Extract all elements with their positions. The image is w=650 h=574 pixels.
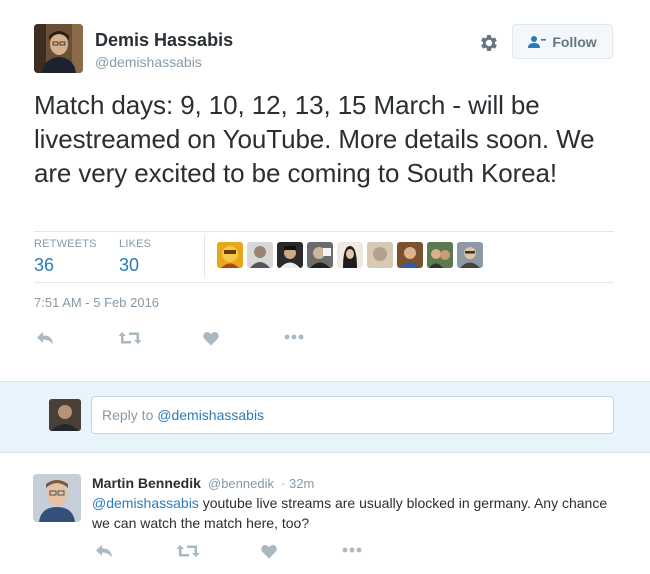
tweet-text: Match days: 9, 10, 12, 13, 15 March - wi… bbox=[34, 90, 595, 188]
reply-text: @demishassabis youtube live streams are … bbox=[92, 493, 612, 533]
more-icon[interactable] bbox=[282, 330, 306, 344]
gear-icon[interactable] bbox=[478, 32, 500, 54]
author-handle[interactable]: @demishassabis bbox=[95, 54, 202, 70]
liker-avatar[interactable] bbox=[457, 242, 483, 268]
heart-icon[interactable] bbox=[201, 329, 221, 347]
more-icon[interactable] bbox=[340, 543, 364, 557]
liker-avatar[interactable] bbox=[247, 242, 273, 268]
retweets-label: RETWEETS bbox=[34, 238, 97, 250]
liker-avatar[interactable] bbox=[277, 242, 303, 268]
reply-icon[interactable] bbox=[93, 542, 115, 560]
follow-user-icon bbox=[528, 35, 547, 48]
liker-avatar[interactable] bbox=[307, 242, 333, 268]
retweet-icon[interactable] bbox=[117, 329, 143, 347]
reply-mention[interactable]: @demishassabis bbox=[92, 495, 199, 511]
stats-bottom-divider bbox=[34, 282, 614, 283]
liker-avatar[interactable] bbox=[367, 242, 393, 268]
stats-vertical-divider bbox=[204, 234, 205, 278]
liker-avatar[interactable] bbox=[397, 242, 423, 268]
reply-input-prefix: Reply to bbox=[102, 407, 158, 423]
author-name[interactable]: Demis Hassabis bbox=[95, 30, 233, 51]
liker-avatars bbox=[217, 242, 487, 268]
likes-stat[interactable]: LIKES 30 bbox=[119, 238, 151, 276]
liker-avatar[interactable] bbox=[427, 242, 453, 268]
likes-label: LIKES bbox=[119, 238, 152, 250]
reply-time[interactable]: 32m bbox=[289, 476, 314, 491]
stats-top-divider bbox=[34, 231, 614, 232]
follow-label: Follow bbox=[552, 33, 597, 50]
retweets-count: 36 bbox=[34, 255, 55, 275]
reply-author-avatar[interactable] bbox=[33, 474, 81, 522]
reply-author-handle[interactable]: @bennedik bbox=[208, 476, 274, 491]
reply-author-name[interactable]: Martin Bennedik bbox=[92, 475, 201, 491]
reply-input-mention: @demishassabis bbox=[157, 407, 265, 423]
author-avatar[interactable] bbox=[34, 24, 83, 73]
retweet-icon[interactable] bbox=[175, 542, 201, 560]
tweet-timestamp[interactable]: 7:51 AM - 5 Feb 2016 bbox=[34, 295, 159, 310]
reply-input[interactable]: Reply to @demishassabis bbox=[91, 396, 614, 434]
reply-icon[interactable] bbox=[34, 329, 56, 347]
heart-icon[interactable] bbox=[259, 542, 279, 560]
liker-avatar[interactable] bbox=[217, 242, 243, 268]
likes-count: 30 bbox=[119, 255, 140, 275]
current-user-avatar bbox=[49, 399, 81, 431]
retweets-stat[interactable]: RETWEETS 36 bbox=[34, 238, 97, 276]
follow-button[interactable]: Follow bbox=[512, 24, 613, 59]
reply-meta-separator: · bbox=[281, 476, 286, 491]
liker-avatar[interactable] bbox=[337, 242, 363, 268]
